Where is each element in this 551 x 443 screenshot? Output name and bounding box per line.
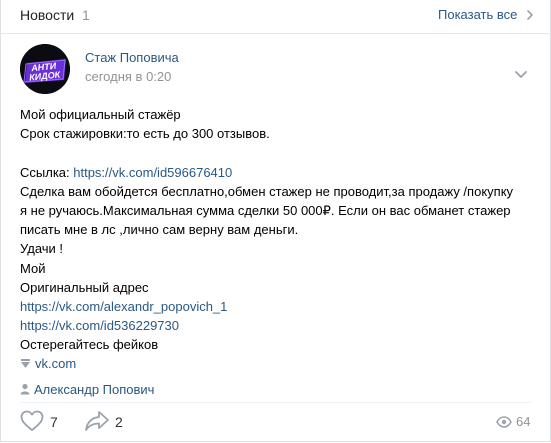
avatar[interactable]: АНТИ КИДОК: [20, 44, 70, 94]
post-line: Ссылка: https://vk.com/id596676410: [20, 163, 540, 182]
post-line: https://vk.com/alexandr_popovich_1: [20, 297, 540, 316]
header-divider: [0, 33, 551, 34]
post-line: Мой официальный стажёр: [20, 107, 181, 122]
signer-name[interactable]: Александр Попович: [34, 382, 154, 397]
news-header: Новости 1 Показать все: [0, 0, 551, 33]
share-arrow-icon: [85, 411, 109, 431]
heart-icon: [20, 410, 44, 431]
post-line: я не ручаюсь.Максимальная сумма сделки 5…: [20, 202, 511, 218]
post-menu-chevron-icon[interactable]: [514, 70, 528, 80]
profile-link-2[interactable]: https://vk.com/id536229730: [20, 318, 179, 333]
post-line: Сделка вам обойдется бесплатно,обмен ста…: [20, 183, 514, 199]
show-all-link[interactable]: Показать все: [438, 7, 517, 22]
post-line: Оригинальный адрес: [20, 279, 149, 295]
profile-link[interactable]: https://vk.com/id596676410: [73, 165, 232, 180]
post-signer[interactable]: Александр Попович: [20, 382, 320, 400]
post-line: Мой: [20, 260, 46, 276]
post-author-link[interactable]: Стаж Поповича: [85, 50, 179, 65]
like-count: 7: [50, 414, 58, 430]
footer-divider: [20, 402, 531, 403]
anti-kidok-logo-icon: АНТИ КИДОК: [20, 44, 70, 94]
news-count: 1: [82, 7, 90, 23]
user-icon: [20, 383, 30, 395]
link-attachment-icon: [21, 359, 30, 368]
post-line: Срок стажировки:то есть до 300 отзывов.: [20, 126, 270, 142]
post-time[interactable]: сегодня в 0:20: [85, 69, 171, 84]
attachment-link-label[interactable]: vk.com: [35, 356, 76, 371]
eye-icon: [496, 416, 512, 428]
post-line: Удачи !: [20, 241, 64, 257]
original-address-link[interactable]: https://vk.com/alexandr_popovich_1: [20, 299, 227, 314]
post-text: Мой официальный стажёр Срок стажировки:т…: [20, 105, 540, 354]
post-line: Остерегайтесь фейков: [20, 337, 159, 353]
views-count: 64: [516, 414, 531, 429]
chevron-right-icon[interactable]: [524, 9, 536, 21]
post-line: https://vk.com/id536229730: [20, 316, 540, 335]
link-label: Ссылка:: [20, 164, 74, 180]
share-count: 2: [115, 414, 123, 430]
post-line: писать мне в лс ,лично сам верну вам ден…: [20, 222, 299, 238]
section-title: Новости: [20, 7, 75, 23]
